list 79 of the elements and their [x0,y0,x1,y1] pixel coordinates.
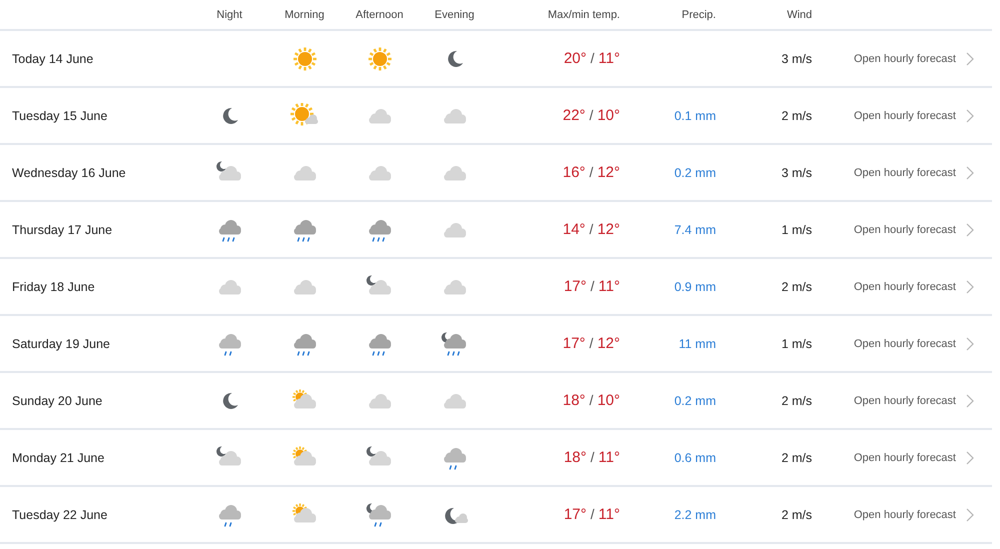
hourly-forecast-link[interactable]: Open hourly forecast [854,336,974,350]
precipitation-value: 0.2 mm [674,394,716,408]
precipitation-value: 0.2 mm [674,166,716,180]
day-label: Friday 18 June [11,280,96,294]
temp-value: 12° [597,164,620,181]
chevron-icon [966,108,974,122]
day-label: Tuesday 22 June [11,508,108,522]
chevron-icon [966,394,974,408]
temp-separator: / [589,164,594,180]
temp-value: 16° [562,164,586,181]
temp-value: 10° [597,392,620,409]
wind-value: 2 m/s [781,108,812,122]
hourly-forecast-link[interactable]: Open hourly forecast [854,108,974,122]
temp-separator: / [590,506,594,522]
temp-separator: / [590,50,594,66]
temp-separator: / [589,221,594,237]
chevron-icon [966,52,974,66]
chevron-icon [966,508,974,522]
column-header: Afternoon [354,8,404,20]
wind-value: 2 m/s [781,280,812,294]
temp-value: 17° [564,278,587,295]
temp-value: 12° [597,221,620,238]
day-label: Thursday 17 June [11,222,114,236]
precipitation-value: 2.2 mm [674,508,716,522]
wind-value: 3 m/s [781,166,812,180]
temp-value: 11° [598,449,620,466]
wind-value: 2 m/s [781,450,812,464]
chevron-icon [966,166,974,180]
day-label: Saturday 19 June [11,336,111,350]
precipitation-value: 11 mm [678,336,716,350]
temp-value: 11° [598,278,620,295]
precipitation-value: 0.1 mm [674,108,716,122]
chevron-icon [966,450,974,464]
wind-value: 2 m/s [781,394,812,408]
chevron-icon [966,336,974,350]
day-label: Today 14 June [11,52,94,66]
wind-value: 3 m/s [781,52,812,66]
precipitation-value: 7.4 mm [674,222,716,236]
temp-value: 22° [562,107,586,124]
column-header: Wind [786,8,812,20]
temp-separator: / [589,335,594,351]
temp-separator: / [589,107,594,123]
temp-value: 17° [564,506,587,523]
column-header: Evening [434,8,476,20]
chevron-icon [966,222,974,236]
hourly-forecast-link[interactable]: Open hourly forecast [854,52,974,66]
precipitation-value: 0.9 mm [674,280,716,294]
temp-separator: / [590,278,594,294]
hourly-forecast-link[interactable]: Open hourly forecast [854,280,974,294]
wind-value: 2 m/s [781,508,812,522]
column-header: Precip. [680,8,716,20]
day-label: Sunday 20 June [11,394,104,408]
temp-value: 12° [597,335,620,352]
temp-value: 17° [562,335,586,352]
day-label: Tuesday 15 June [11,108,108,122]
hourly-forecast-link[interactable]: Open hourly forecast [854,450,974,464]
temp-value: 10° [597,107,620,124]
day-label: Monday 21 June [11,450,106,464]
wind-value: 1 m/s [781,336,812,350]
hourly-forecast-link[interactable]: Open hourly forecast [854,166,974,180]
precipitation-value: 0.6 mm [674,450,716,464]
temp-value: 11° [598,50,620,67]
temp-value: 11° [598,506,620,523]
hourly-forecast-link[interactable]: Open hourly forecast [854,394,974,408]
column-header: Morning [284,8,326,20]
hourly-forecast-link[interactable]: Open hourly forecast [854,508,974,522]
temp-separator: / [589,392,594,408]
wind-value: 1 m/s [781,222,812,236]
temp-value: 18° [562,392,586,409]
chevron-icon [966,280,974,294]
temp-separator: / [590,449,594,465]
temp-value: 14° [562,221,586,238]
column-header: Max/min temp. [546,8,620,20]
day-label: Wednesday 16 June [11,166,127,180]
hourly-forecast-link[interactable]: Open hourly forecast [854,222,974,236]
temp-value: 20° [564,50,587,67]
column-header: Night [216,8,244,20]
sun-cloud-icon [288,102,320,128]
temp-value: 18° [564,449,587,466]
